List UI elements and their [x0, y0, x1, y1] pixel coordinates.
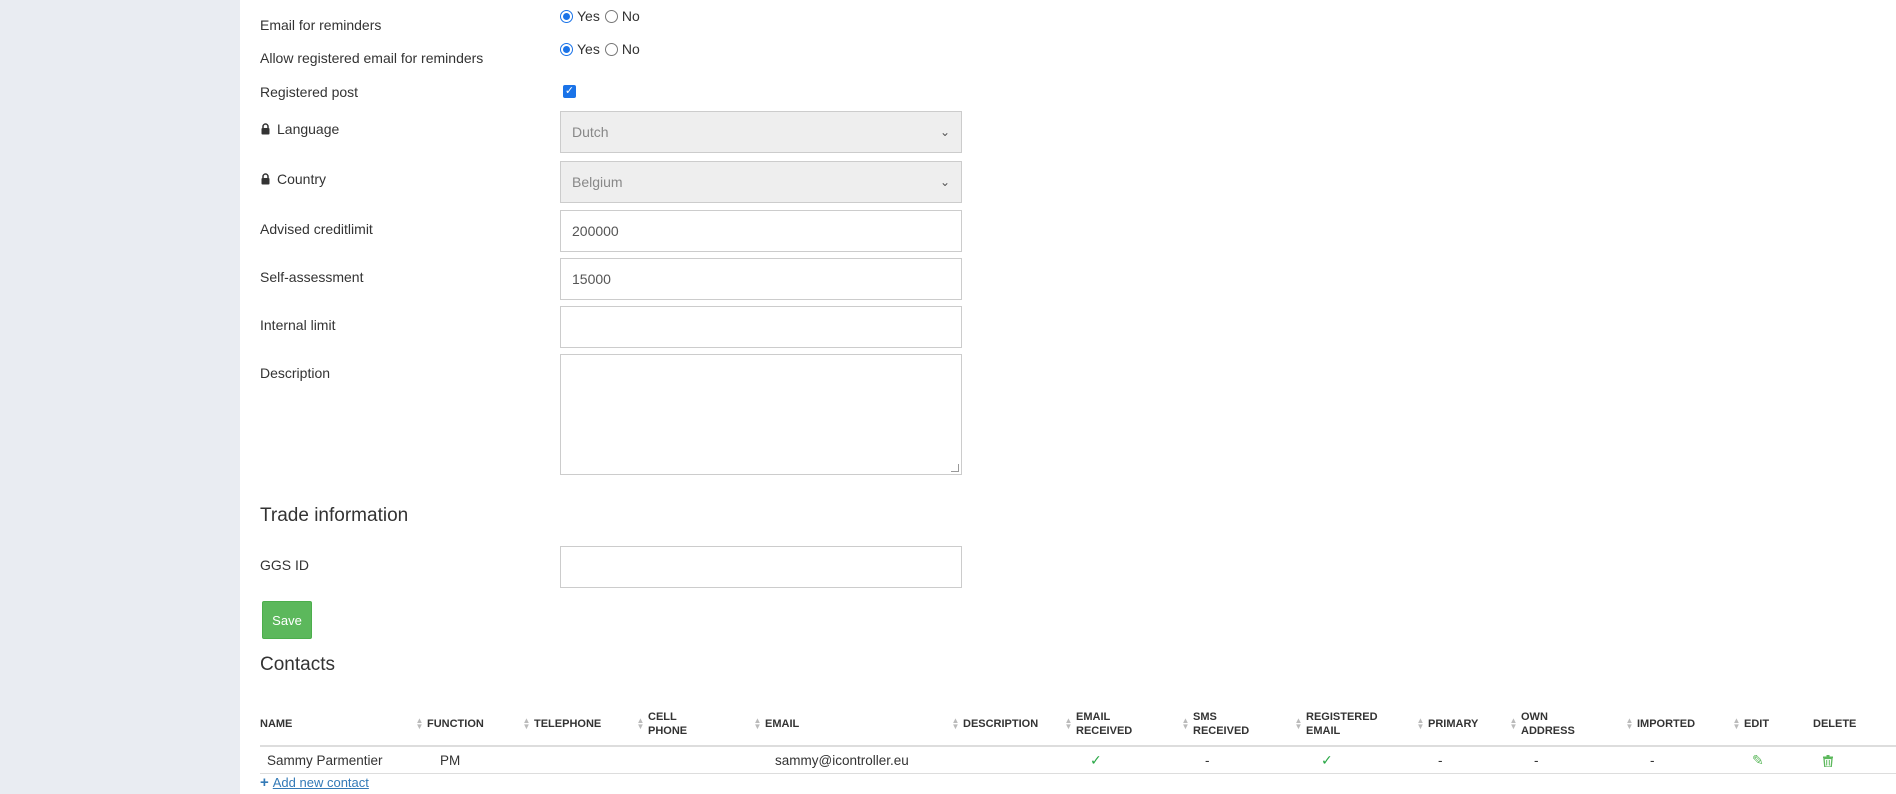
country-select-value: Belgium	[572, 174, 623, 190]
email-reminders-radio-group: Yes No	[560, 8, 643, 24]
contact-function: PM	[440, 753, 461, 768]
chevron-down-icon: ⌄	[939, 175, 950, 189]
registered-post-checkbox[interactable]: ✓	[563, 85, 576, 98]
language-select[interactable]: Dutch ⌄	[560, 111, 962, 153]
registered-email-yes-radio[interactable]	[560, 42, 573, 56]
column-header-name[interactable]: NAME	[260, 703, 292, 745]
email-reminders-no-label: No	[621, 8, 640, 24]
registered-post-label: Registered post	[260, 84, 359, 100]
self-assessment-input[interactable]: 15000	[560, 258, 962, 300]
sort-icon: ▲ ▼	[415, 716, 424, 731]
registered-email-radio-group: Yes No	[560, 41, 643, 57]
column-header-imported[interactable]: ▲ ▼ IMPORTED	[1625, 703, 1696, 745]
column-header-cell-phone[interactable]: ▲ ▼ CELL PHONE	[636, 703, 688, 745]
contacts-table-header: NAME ▲ ▼ FUNCTION ▲ ▼ TELEPHONE ▲ ▼ CELL PHONE …	[260, 703, 1896, 747]
email-reminders-no-radio[interactable]	[604, 9, 618, 23]
column-header-primary[interactable]: ▲ ▼ PRIMARY	[1416, 703, 1479, 745]
sort-icon: ▲ ▼	[951, 716, 960, 731]
main-content: Email for reminders Yes No Allow registe…	[260, 0, 1896, 794]
resize-handle-icon[interactable]	[951, 464, 959, 472]
contact-sms-received: -	[1205, 753, 1210, 768]
column-header-edit[interactable]: ▲ ▼ EDIT	[1732, 703, 1770, 745]
language-select-value: Dutch	[572, 124, 609, 140]
language-label-text: Language	[277, 121, 340, 137]
country-label: Country	[260, 171, 326, 187]
internal-limit-label: Internal limit	[260, 317, 336, 333]
column-header-email-received[interactable]: ▲ ▼ EMAIL RECEIVED	[1064, 703, 1133, 745]
add-new-contact-label: Add new contact	[272, 775, 369, 790]
email-reminders-yes-radio[interactable]	[560, 9, 573, 23]
column-header-description[interactable]: ▲ ▼ DESCRIPTION	[951, 703, 1039, 745]
advised-creditlimit-value: 200000	[572, 223, 619, 239]
chevron-down-icon: ⌄	[939, 125, 950, 139]
sidebar	[0, 0, 240, 794]
contacts-title: Contacts	[260, 654, 335, 675]
sort-icon: ▲ ▼	[522, 716, 531, 731]
ggs-id-input[interactable]	[560, 546, 962, 588]
language-label: Language	[260, 121, 339, 137]
country-select[interactable]: Belgium ⌄	[560, 161, 962, 203]
self-assessment-label: Self-assessment	[260, 269, 364, 285]
description-textarea[interactable]	[560, 354, 962, 475]
plus-icon: +	[260, 774, 269, 791]
lock-icon	[261, 123, 270, 135]
registered-email-reminders-label: Allow registered email for reminders	[260, 50, 484, 66]
save-button[interactable]: Save	[262, 601, 312, 639]
column-header-own-address[interactable]: ▲ ▼ OWN ADDRESS	[1509, 703, 1575, 745]
sort-icon: ▲ ▼	[1509, 716, 1518, 731]
table-row: Sammy Parmentier PM sammy@icontroller.eu…	[260, 747, 1896, 774]
advised-creditlimit-label: Advised creditlimit	[260, 221, 373, 237]
registered-email-no-radio[interactable]	[604, 42, 618, 56]
sort-icon: ▲ ▼	[1181, 716, 1190, 731]
registered-email-yes-label: Yes	[577, 41, 600, 57]
sort-icon: ▲ ▼	[1064, 716, 1073, 731]
self-assessment-value: 15000	[572, 271, 611, 287]
edit-pencil-icon[interactable]: ✎	[1752, 747, 1764, 774]
registered-email-no-label: No	[621, 41, 640, 57]
column-header-telephone[interactable]: ▲ ▼ TELEPHONE	[522, 703, 602, 745]
add-new-contact-link[interactable]: + Add new contact	[260, 775, 369, 790]
advised-creditlimit-input[interactable]: 200000	[560, 210, 962, 252]
country-label-text: Country	[277, 171, 327, 187]
email-reminders-label: Email for reminders	[260, 17, 382, 33]
contact-primary: -	[1438, 753, 1443, 768]
column-header-registered-email[interactable]: ▲ ▼ REGISTERED EMAIL	[1294, 703, 1378, 745]
registered-email-check-icon: ✓	[1321, 752, 1333, 768]
internal-limit-input[interactable]	[560, 306, 962, 348]
ggs-id-label: GGS ID	[260, 557, 310, 573]
sort-icon: ▲ ▼	[636, 716, 645, 731]
description-label: Description	[260, 365, 331, 381]
contact-name: Sammy Parmentier	[267, 753, 383, 768]
trade-information-title: Trade information	[260, 505, 409, 526]
sort-icon: ▲ ▼	[1732, 716, 1741, 731]
delete-trash-icon[interactable]	[1823, 747, 1833, 774]
email-reminders-yes-label: Yes	[577, 8, 600, 24]
sort-icon: ▲ ▼	[1416, 716, 1425, 731]
column-header-sms-received[interactable]: ▲ ▼ SMS RECEIVED	[1181, 703, 1250, 745]
contact-email: sammy@icontroller.eu	[775, 753, 909, 768]
column-header-delete: DELETE	[1813, 718, 1857, 730]
column-header-function[interactable]: ▲ ▼ FUNCTION	[415, 703, 484, 745]
sort-icon: ▲ ▼	[1294, 716, 1303, 731]
column-header-email[interactable]: ▲ ▼ EMAIL	[753, 703, 800, 745]
lock-icon	[261, 173, 270, 185]
sort-icon: ▲ ▼	[1625, 716, 1634, 731]
contact-own-address: -	[1534, 753, 1539, 768]
email-received-check-icon: ✓	[1090, 752, 1102, 768]
sort-icon: ▲ ▼	[753, 716, 762, 731]
contact-imported: -	[1650, 753, 1655, 768]
